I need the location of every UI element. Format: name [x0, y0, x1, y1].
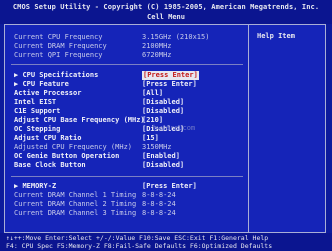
submenu-arrow-icon: ▶ — [14, 80, 19, 88]
option-label: CPU Feature — [22, 80, 69, 88]
info-row-dram-channel-2: Current DRAM Channel 2 Timing 8-8-8-24 — [14, 200, 240, 209]
info-row-dram-channel-3: Current DRAM Channel 3 Timing 8-8-8-24 — [14, 209, 240, 218]
option-value[interactable]: [15] — [142, 134, 159, 143]
info-value: 8-8-8-24 — [142, 209, 176, 217]
key-help-line-2: F4: CPU Spec F5:Memory-Z F8:Fail-Safe De… — [6, 242, 273, 250]
option-value[interactable]: [Press Enter] — [142, 182, 197, 191]
option-value[interactable]: [All] — [142, 89, 163, 98]
option-value[interactable]: [Enabled] — [142, 152, 180, 161]
option-intel-eist[interactable]: Intel EIST [Disabled] — [14, 98, 240, 107]
option-oc-stepping[interactable]: OC Stepping [Disabled] — [14, 125, 240, 134]
section-separator — [11, 176, 243, 177]
option-value[interactable]: [Press Enter] — [142, 80, 197, 89]
option-label: CPU Specifications — [22, 71, 99, 79]
info-row-dram-channel-1: Current DRAM Channel 1 Timing 8-8-8-24 — [14, 191, 240, 200]
info-value: 2100MHz — [142, 42, 172, 50]
info-value: 3.15GHz (210x15) — [142, 33, 210, 41]
option-oc-genie-button[interactable]: OC Genie Button Operation [Enabled] — [14, 152, 240, 161]
submenu-arrow-icon: ▶ — [14, 71, 19, 79]
option-label: Base Clock Button — [14, 161, 86, 169]
title-bar: CMOS Setup Utility - Copyright (C) 1985-… — [0, 0, 332, 24]
panel-divider — [248, 25, 249, 232]
info-row-qpi-frequency: Current QPI Frequency 6720MHz — [14, 51, 240, 60]
settings-panel: Help Item Current CPU Frequency 3.15GHz … — [4, 24, 326, 233]
info-row-adjusted-cpu-frequency: Adjusted CPU Frequency (MHz) 3150MHz — [14, 143, 240, 152]
bios-title: CMOS Setup Utility - Copyright (C) 1985-… — [12, 3, 320, 11]
menu-title: Cell Menu — [147, 13, 185, 21]
info-label: Current CPU Frequency — [14, 33, 103, 41]
option-label: C1E Support — [14, 107, 61, 115]
submenu-arrow-icon: ▶ — [14, 182, 19, 190]
info-value: 6720MHz — [142, 51, 172, 59]
option-active-processor[interactable]: Active Processor [All] — [14, 89, 240, 98]
info-label: Current DRAM Channel 3 Timing — [14, 209, 137, 217]
option-value: 3150MHz — [142, 143, 172, 151]
watermark: hwware.com — [153, 124, 196, 132]
info-value: 8-8-8-24 — [142, 191, 176, 199]
option-value[interactable]: [Disabled] — [142, 161, 184, 170]
section-separator — [11, 64, 243, 65]
option-cpu-feature[interactable]: ▶ CPU Feature [Press Enter] — [14, 80, 240, 89]
info-value: 8-8-8-24 — [142, 200, 176, 208]
key-help-bar: ↑↓++:Move Enter:Select +/-/:Value F10:Sa… — [0, 233, 332, 251]
option-cpu-specifications[interactable]: ▶ CPU Specifications [Press Enter] — [14, 71, 240, 80]
option-label: OC Stepping — [14, 125, 61, 133]
option-value[interactable]: [Disabled] — [142, 98, 184, 107]
info-label: Current DRAM Channel 2 Timing — [14, 200, 137, 208]
info-row-dram-frequency: Current DRAM Frequency 2100MHz — [14, 42, 240, 51]
option-c1e-support[interactable]: C1E Support [Disabled] — [14, 107, 240, 116]
option-label: Active Processor — [14, 89, 82, 97]
option-label: Adjust CPU Ratio — [14, 134, 82, 142]
option-label: MEMORY-Z — [22, 182, 57, 190]
option-base-clock-button[interactable]: Base Clock Button [Disabled] — [14, 161, 240, 170]
info-label: Current DRAM Channel 1 Timing — [14, 191, 137, 199]
option-label: Intel EIST — [14, 98, 57, 106]
info-label: Current QPI Frequency — [14, 51, 103, 59]
option-label: Adjust CPU Base Frequency (MHz) — [14, 116, 145, 124]
option-memory-z[interactable]: ▶ MEMORY-Z [Press Enter] — [14, 182, 240, 191]
option-cpu-base-frequency[interactable]: Adjust CPU Base Frequency (MHz) [210] — [14, 116, 240, 125]
help-item-title: Help Item — [257, 32, 295, 40]
key-help-line-1: ↑↓++:Move Enter:Select +/-/:Value F10:Sa… — [6, 234, 269, 242]
option-value[interactable]: [Press Enter] — [142, 71, 199, 80]
option-label: Adjusted CPU Frequency (MHz) — [14, 143, 133, 151]
option-value[interactable]: [Disabled] — [142, 107, 184, 116]
info-label: Current DRAM Frequency — [14, 42, 107, 50]
option-label: OC Genie Button Operation — [14, 152, 120, 160]
option-cpu-ratio[interactable]: Adjust CPU Ratio [15] — [14, 134, 240, 143]
info-row-cpu-frequency: Current CPU Frequency 3.15GHz (210x15) — [14, 33, 240, 42]
